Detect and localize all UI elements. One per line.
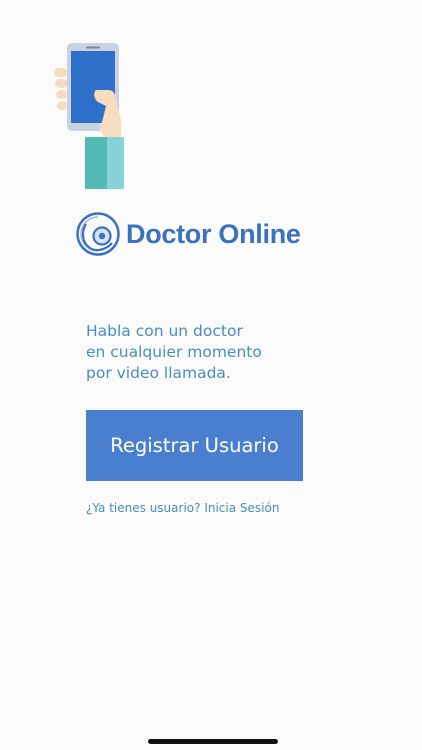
stethoscope-globe-icon [76,212,120,256]
tagline-line-3: por video llamada. [86,364,231,382]
brand-name: Doctor Online [126,218,301,249]
tagline-line-2: en cualquier momento [86,343,262,361]
tagline: Habla con un doctor en cualquier momento… [86,321,346,384]
hand-holding-phone-icon [54,43,124,189]
login-link[interactable]: Inicia Sesión [204,501,279,515]
tagline-line-1: Habla con un doctor [86,322,243,340]
login-prompt-row: ¿Ya tienes usuario? Inicia Sesión [86,501,279,515]
brand-logo: Doctor Online [76,212,301,256]
login-prompt: ¿Ya tienes usuario? [86,501,201,515]
register-button[interactable]: Registrar Usuario [86,410,303,481]
home-indicator[interactable] [148,739,278,744]
